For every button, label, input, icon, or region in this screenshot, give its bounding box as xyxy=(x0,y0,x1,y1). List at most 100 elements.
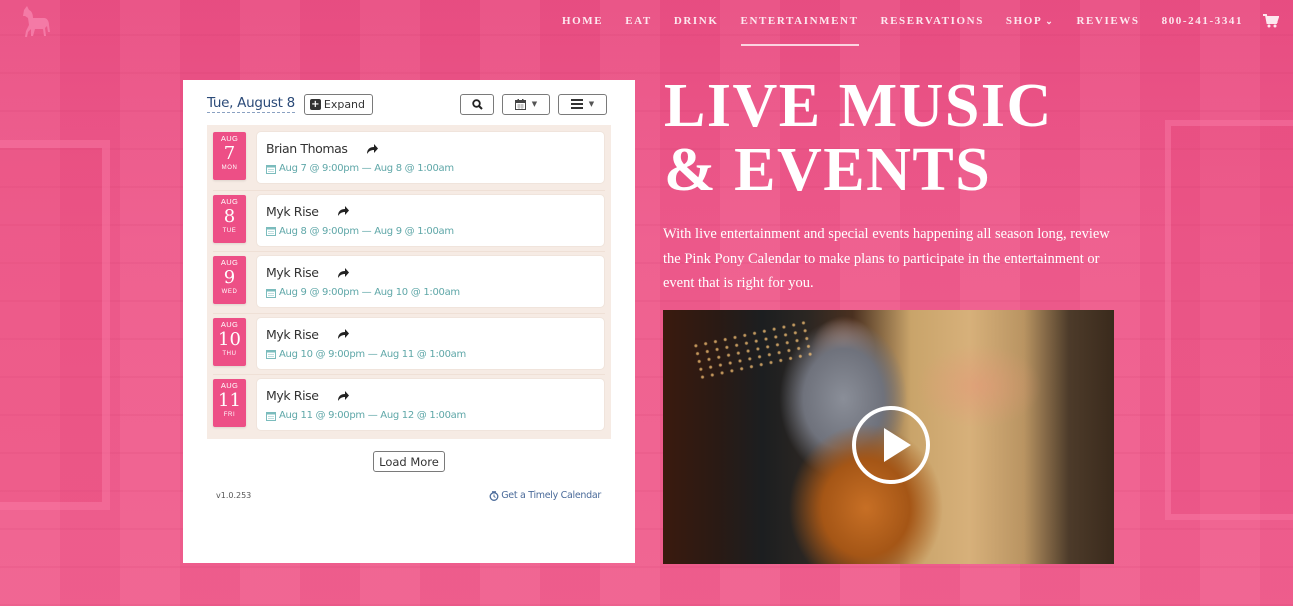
calendar-icon xyxy=(266,164,276,174)
nav-entertainment[interactable]: ENTERTAINMENT xyxy=(740,15,859,46)
event-time-row: Aug 8 @ 9:00pm — Aug 9 @ 1:00am xyxy=(266,226,604,237)
calendar-icon xyxy=(514,98,526,110)
event-title-row: Myk Rise xyxy=(266,204,604,219)
event-title[interactable]: Myk Rise xyxy=(266,265,319,280)
event-row: AUG 8 TUE Myk Rise Aug 8 @ 9:00pm — Aug … xyxy=(213,189,605,252)
nav-shop-label: SHOP xyxy=(1005,15,1043,27)
event-title-row: Myk Rise xyxy=(266,327,604,342)
badge-day: 11 xyxy=(218,390,241,411)
date-badge[interactable]: AUG 8 TUE xyxy=(213,194,246,243)
badge-day: 10 xyxy=(218,328,241,350)
badge-day: 8 xyxy=(223,205,236,227)
calendar-icon xyxy=(266,288,276,298)
nav-eat[interactable]: EAT xyxy=(625,15,652,27)
main-nav: HOME EAT DRINK ENTERTAINMENT RESERVATION… xyxy=(562,14,1293,46)
share-arrow-icon[interactable] xyxy=(337,329,349,339)
caret-down-icon: ▼ xyxy=(588,100,595,108)
search-button[interactable] xyxy=(460,93,494,115)
event-title[interactable]: Myk Rise xyxy=(266,388,319,403)
badge-weekday: WED xyxy=(221,289,238,295)
event-time-row: Aug 7 @ 9:00pm — Aug 8 @ 1:00am xyxy=(266,163,604,174)
date-badge[interactable]: AUG 11 FRI xyxy=(213,379,246,427)
share-arrow-icon[interactable] xyxy=(337,390,349,401)
calendar-header: Tue, August 8 + Expand ▼ ▼ xyxy=(207,92,607,116)
play-icon[interactable] xyxy=(852,406,930,484)
event-time-row: Aug 11 @ 9:00pm — Aug 12 @ 1:00am xyxy=(266,410,604,421)
event-title-row: Brian Thomas xyxy=(266,141,604,156)
plus-square-icon: + xyxy=(309,98,321,110)
date-badge[interactable]: AUG 7 MON xyxy=(213,132,246,180)
badge-weekday: MON xyxy=(221,165,238,171)
event-row: AUG 11 FRI Myk Rise Aug 11 @ 9:00pm — Au… xyxy=(213,374,605,436)
list-icon xyxy=(570,99,583,109)
chevron-down-icon: ⌄ xyxy=(1045,16,1055,26)
date-badge[interactable]: AUG 10 THU xyxy=(213,317,246,366)
page-title-line-1: LIVE MUSIC xyxy=(664,72,1053,140)
page-title: LIVE MUSIC & EVENTS xyxy=(664,74,1124,202)
event-title[interactable]: Myk Rise xyxy=(266,327,319,342)
event-time: Aug 11 @ 9:00pm — Aug 12 @ 1:00am xyxy=(279,410,466,421)
event-time: Aug 10 @ 9:00pm — Aug 11 @ 1:00am xyxy=(279,348,466,360)
share-arrow-icon[interactable] xyxy=(337,267,349,278)
badge-weekday: FRI xyxy=(223,412,236,418)
video-thumbnail-lights xyxy=(690,317,816,383)
background-poster-left xyxy=(0,140,110,510)
calendar-icon xyxy=(266,350,276,359)
event-time: Aug 8 @ 9:00pm — Aug 9 @ 1:00am xyxy=(279,225,454,237)
nav-shop[interactable]: SHOP ⌄ xyxy=(1006,15,1055,27)
nav-home[interactable]: HOME xyxy=(562,15,603,27)
event-title-row: Myk Rise xyxy=(266,388,604,403)
event-card[interactable]: Brian Thomas Aug 7 @ 9:00pm — Aug 8 @ 1:… xyxy=(256,131,605,184)
timely-link-label: Get a Timely Calendar xyxy=(501,490,601,501)
event-row: AUG 9 WED Myk Rise Aug 9 @ 9:00pm — Aug … xyxy=(213,251,605,313)
event-time: Aug 7 @ 9:00pm — Aug 8 @ 1:00am xyxy=(279,163,454,174)
badge-month: AUG xyxy=(220,319,239,329)
load-more-button[interactable]: Load More xyxy=(373,451,445,472)
nav-reviews[interactable]: REVIEWS xyxy=(1076,15,1139,27)
badge-day: 7 xyxy=(223,143,236,164)
nav-drink[interactable]: DRINK xyxy=(674,15,719,27)
pink-pony-logo-icon[interactable] xyxy=(18,4,52,40)
event-time: Aug 9 @ 9:00pm — Aug 10 @ 1:00am xyxy=(279,287,460,298)
events-calendar-widget: Tue, August 8 + Expand ▼ ▼ AUG 7 MON Bri… xyxy=(183,80,635,563)
expand-button[interactable]: + Expand xyxy=(303,93,374,115)
calendar-icon xyxy=(266,227,276,236)
expand-label: Expand xyxy=(323,97,366,111)
share-arrow-icon[interactable] xyxy=(366,143,378,154)
version-label: v1.0.253 xyxy=(216,491,252,500)
search-icon xyxy=(471,98,483,110)
live-music-video[interactable] xyxy=(663,310,1114,564)
intro-description: With live entertainment and special even… xyxy=(663,226,1110,292)
event-row: AUG 7 MON Brian Thomas Aug 7 @ 9:00pm — … xyxy=(213,128,605,190)
event-card[interactable]: Myk Rise Aug 11 @ 9:00pm — Aug 12 @ 1:00… xyxy=(256,378,605,431)
calendar-view-dropdown[interactable]: ▼ xyxy=(502,93,550,115)
calendar-toolbar: ▼ ▼ xyxy=(460,93,607,115)
badge-weekday: TUE xyxy=(222,227,237,234)
background-poster-right xyxy=(1165,120,1293,520)
event-title[interactable]: Brian Thomas xyxy=(266,141,348,156)
event-title[interactable]: Myk Rise xyxy=(266,204,319,219)
share-arrow-icon[interactable] xyxy=(337,206,349,216)
current-date-link[interactable]: Tue, August 8 xyxy=(207,95,295,113)
date-badge[interactable]: AUG 9 WED xyxy=(213,256,246,304)
event-title-row: Myk Rise xyxy=(266,265,604,280)
calendar-icon xyxy=(266,411,276,421)
nav-phone[interactable]: 800-241-3341 xyxy=(1162,15,1244,27)
shopping-cart-icon[interactable] xyxy=(1263,14,1280,28)
timely-logo-icon xyxy=(489,490,499,501)
caret-down-icon: ▼ xyxy=(531,100,538,108)
badge-month: AUG xyxy=(220,196,239,206)
event-time-row: Aug 10 @ 9:00pm — Aug 11 @ 1:00am xyxy=(266,349,604,360)
page-title-line-2: & EVENTS xyxy=(664,136,992,204)
event-row: AUG 10 THU Myk Rise Aug 10 @ 9:00pm — Au… xyxy=(213,312,605,375)
event-card[interactable]: Myk Rise Aug 8 @ 9:00pm — Aug 9 @ 1:00am xyxy=(256,193,605,247)
list-view-dropdown[interactable]: ▼ xyxy=(558,93,607,115)
event-time-row: Aug 9 @ 9:00pm — Aug 10 @ 1:00am xyxy=(266,287,604,298)
event-list: AUG 7 MON Brian Thomas Aug 7 @ 9:00pm — … xyxy=(207,125,611,439)
badge-weekday: THU xyxy=(222,350,237,357)
event-card[interactable]: Myk Rise Aug 9 @ 9:00pm — Aug 10 @ 1:00a… xyxy=(256,255,605,308)
timely-calendar-link[interactable]: Get a Timely Calendar xyxy=(489,490,601,501)
badge-day: 9 xyxy=(223,267,236,288)
nav-reservations[interactable]: RESERVATIONS xyxy=(881,15,984,27)
event-card[interactable]: Myk Rise Aug 10 @ 9:00pm — Aug 11 @ 1:00… xyxy=(256,316,605,370)
